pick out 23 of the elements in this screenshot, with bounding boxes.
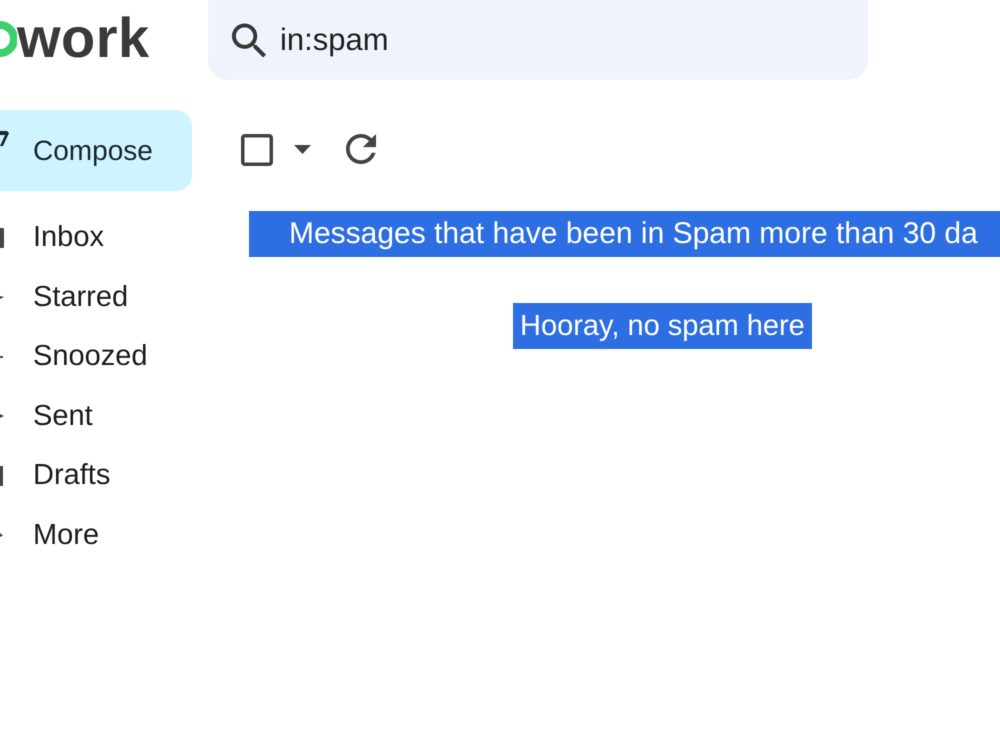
- nav-icon: [0, 533, 3, 538]
- refresh-icon[interactable]: [346, 134, 376, 164]
- nav-item[interactable]: Sent: [0, 386, 192, 446]
- nav-item[interactable]: Starred: [0, 268, 192, 327]
- nav-item[interactable]: More: [0, 506, 192, 565]
- nav-icon: [0, 466, 3, 486]
- caret-icon[interactable]: [294, 144, 311, 154]
- logo-mark-icon: [0, 21, 17, 57]
- logo-text: work: [17, 10, 150, 66]
- nav-item[interactable]: Snoozed: [0, 327, 192, 386]
- search-icon[interactable]: [232, 22, 266, 58]
- search-field[interactable]: in:spam: [208, 0, 868, 80]
- nav-item[interactable]: Drafts: [0, 446, 192, 506]
- nav-item[interactable]: Inbox: [0, 208, 192, 268]
- nav-icon: [0, 356, 3, 358]
- select-all-checkbox[interactable]: [241, 134, 273, 166]
- nav-icon: [0, 414, 4, 418]
- nav-icon: [0, 228, 4, 248]
- pencil-icon: [0, 130, 9, 147]
- empty-message: Hooray, no spam here: [513, 303, 812, 349]
- nav-icon: [0, 296, 4, 299]
- spam-notice: Messages that have been in Spam more than 30 da: [249, 211, 1000, 257]
- compose-button[interactable]: Compose: [0, 110, 192, 191]
